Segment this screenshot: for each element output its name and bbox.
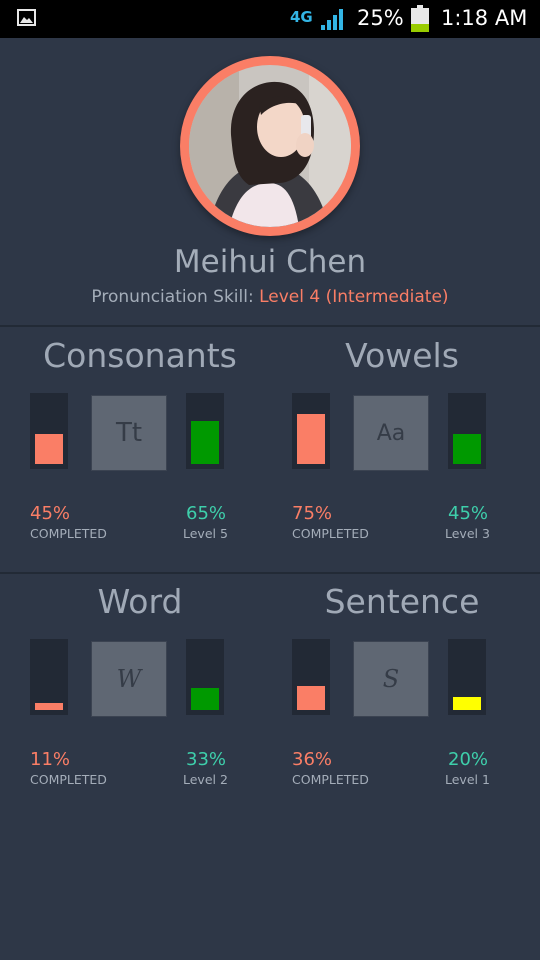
completed-bar-fill bbox=[35, 703, 63, 710]
level-label: Level 5 bbox=[183, 526, 228, 541]
battery-icon bbox=[411, 5, 429, 32]
user-name: Meihui Chen bbox=[173, 244, 367, 280]
level-label: Level 2 bbox=[183, 772, 228, 787]
level-bar bbox=[448, 639, 486, 715]
divider bbox=[0, 325, 540, 327]
glyph-label: Aa bbox=[376, 420, 406, 446]
network-type: 4G bbox=[290, 8, 313, 26]
level-percent: 45% bbox=[448, 503, 489, 524]
completed-bar-fill bbox=[35, 434, 63, 464]
completed-percent: 36% bbox=[292, 749, 333, 770]
clock: 1:18 AM bbox=[441, 6, 528, 30]
completed-percent: 11% bbox=[30, 749, 71, 770]
completed-bar bbox=[30, 393, 68, 469]
level-bar-fill bbox=[191, 688, 219, 710]
vowels-icon[interactable]: Aa bbox=[353, 395, 429, 471]
completed-bar bbox=[30, 639, 68, 715]
image-notification-icon bbox=[17, 9, 36, 26]
signal-icon bbox=[321, 9, 343, 30]
pronunciation-skill: Pronunciation Skill: Level 4 (Intermedia… bbox=[0, 287, 540, 307]
glyph-label: S bbox=[382, 665, 400, 693]
section-vowels[interactable]: Vowels Aa 75% COMPLETED 45% Level 3 bbox=[262, 336, 532, 566]
battery-percent: 25% bbox=[357, 6, 404, 30]
section-sentence[interactable]: Sentence S 36% COMPLETED 20% Level 1 bbox=[262, 582, 532, 812]
completed-label: COMPLETED bbox=[292, 772, 369, 787]
divider bbox=[0, 572, 540, 574]
glyph-label: W bbox=[116, 665, 142, 693]
level-bar-fill bbox=[453, 434, 481, 464]
completed-bar-fill bbox=[297, 686, 325, 710]
level-percent: 33% bbox=[186, 749, 227, 770]
glyph-label: Tt bbox=[115, 418, 143, 448]
level-bar bbox=[186, 639, 224, 715]
section-title: Consonants bbox=[43, 336, 237, 375]
completed-bar bbox=[292, 639, 330, 715]
completed-percent: 75% bbox=[292, 503, 333, 524]
level-percent: 20% bbox=[448, 749, 489, 770]
level-bar-fill bbox=[453, 697, 481, 710]
level-bar-fill bbox=[191, 421, 219, 464]
section-word[interactable]: Word W 11% COMPLETED 33% Level 2 bbox=[0, 582, 270, 812]
level-label: Level 1 bbox=[445, 772, 490, 787]
skill-label: Pronunciation Skill: bbox=[91, 287, 260, 307]
completed-label: COMPLETED bbox=[30, 526, 107, 541]
word-icon[interactable]: W bbox=[91, 641, 167, 717]
skill-level: Level 4 (Intermediate) bbox=[259, 287, 449, 307]
sentence-icon[interactable]: S bbox=[353, 641, 429, 717]
status-bar: 4G 25% 1:18 AM bbox=[0, 0, 540, 38]
avatar-photo bbox=[189, 65, 351, 227]
section-consonants[interactable]: Consonants Tt 45% COMPLETED 65% Level 5 bbox=[0, 336, 270, 566]
completed-label: COMPLETED bbox=[292, 526, 369, 541]
level-bar bbox=[186, 393, 224, 469]
section-title: Sentence bbox=[324, 582, 480, 621]
section-title: Vowels bbox=[345, 336, 459, 375]
level-percent: 65% bbox=[186, 503, 227, 524]
avatar[interactable] bbox=[180, 56, 360, 236]
section-title: Word bbox=[97, 582, 183, 621]
level-label: Level 3 bbox=[445, 526, 490, 541]
completed-percent: 45% bbox=[30, 503, 71, 524]
completed-label: COMPLETED bbox=[30, 772, 107, 787]
completed-bar bbox=[292, 393, 330, 469]
consonants-icon[interactable]: Tt bbox=[91, 395, 167, 471]
completed-bar-fill bbox=[297, 414, 325, 464]
level-bar bbox=[448, 393, 486, 469]
